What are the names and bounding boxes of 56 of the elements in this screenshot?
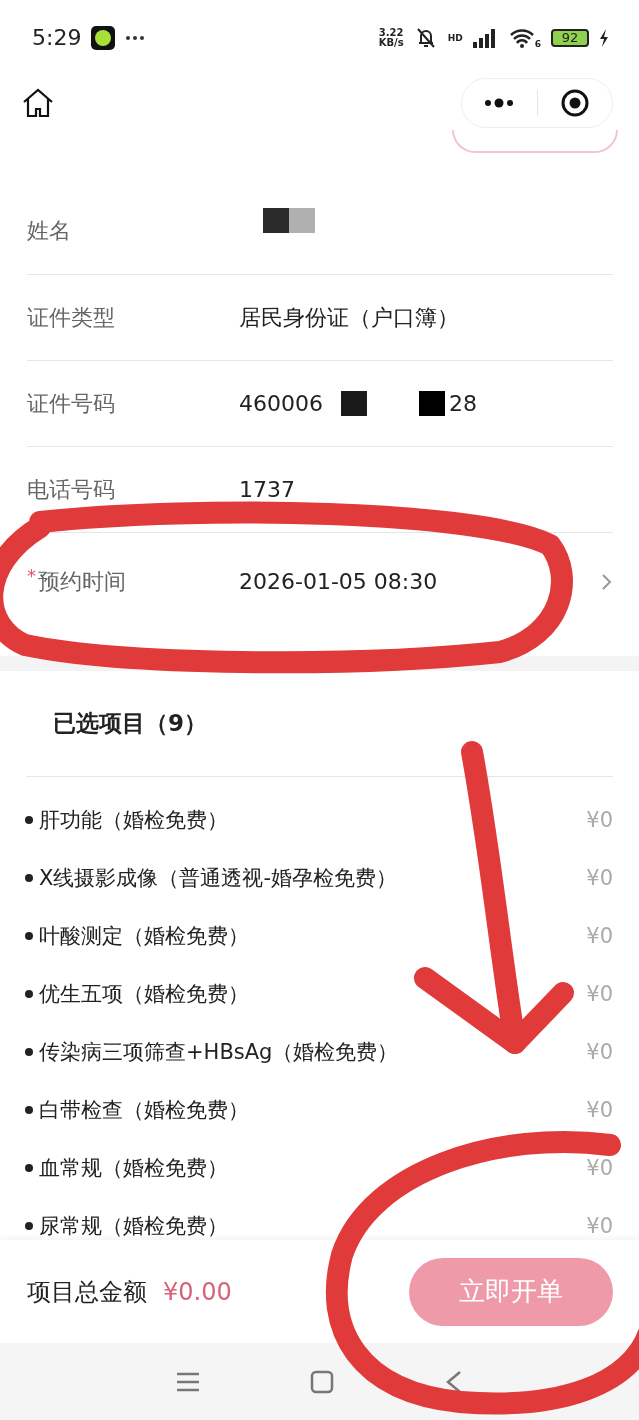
app-icon xyxy=(91,25,116,50)
item-price: ¥0 xyxy=(586,1040,613,1064)
item-name: 白带检查（婚检免费） xyxy=(39,1097,250,1124)
item-price: ¥0 xyxy=(586,924,613,948)
field-value: 28 xyxy=(449,391,477,416)
status-time: 5:29 xyxy=(32,25,82,50)
item-price: ¥0 xyxy=(586,982,613,1006)
home-square-icon[interactable] xyxy=(309,1369,334,1394)
bullet-icon xyxy=(25,1048,33,1056)
redaction-mark xyxy=(263,208,289,233)
field-label: 证件类型 xyxy=(27,303,115,332)
battery-level: 92 xyxy=(551,28,589,47)
item-price: ¥0 xyxy=(586,1098,613,1122)
item-price: ¥0 xyxy=(586,1156,613,1180)
bullet-icon xyxy=(25,1222,33,1230)
field-value: 460006 xyxy=(239,391,323,416)
total-amount: ¥0.00 xyxy=(163,1277,233,1306)
field-label: 电话号码 xyxy=(27,475,115,504)
section-title: 已选项目（9） xyxy=(53,709,207,738)
field-value: 2026-01-05 08:30 xyxy=(239,569,438,594)
home-icon[interactable] xyxy=(22,87,54,118)
bullet-icon xyxy=(25,932,33,940)
item-name: 优生五项（婚检免费） xyxy=(39,981,250,1008)
field-value: 居民身份证（户口簿） xyxy=(239,303,459,332)
more-dots-icon xyxy=(484,97,515,108)
item-name: 传染病三项筛查+HBsAg（婚检免费） xyxy=(39,1039,400,1066)
item-price: ¥0 xyxy=(586,1214,613,1238)
total-label: 项目总金额 xyxy=(27,1276,147,1308)
wifi-label: 6 xyxy=(534,38,541,49)
charging-icon xyxy=(599,28,609,47)
signal-label: HD xyxy=(447,32,463,43)
required-mark: * xyxy=(27,566,36,585)
item-price: ¥0 xyxy=(586,866,613,890)
item-name: 肝功能（婚检免费） xyxy=(39,807,229,834)
item-name: 尿常规（婚检免费） xyxy=(39,1213,229,1240)
redaction-mark xyxy=(341,391,367,416)
bullet-icon xyxy=(25,874,33,882)
bullet-icon xyxy=(25,1106,33,1114)
network-speed: 3.22 KB/s xyxy=(378,27,404,48)
item-name: 叶酸测定（婚检免费） xyxy=(39,923,250,950)
bullet-icon xyxy=(25,990,33,998)
more-dots-icon xyxy=(125,34,146,41)
field-label: 姓名 xyxy=(27,216,71,245)
target-icon xyxy=(559,87,590,118)
wifi-icon xyxy=(508,27,535,48)
field-label: 证件号码 xyxy=(27,389,115,418)
field-label: 预约时间 xyxy=(38,567,126,596)
item-name: X线摄影成像（普通透视-婚孕检免费） xyxy=(39,865,398,892)
item-name: 血常规（婚检免费） xyxy=(39,1155,229,1182)
bullet-icon xyxy=(25,1164,33,1172)
item-price: ¥0 xyxy=(586,808,613,832)
menu-icon[interactable] xyxy=(175,1370,200,1393)
bullet-icon xyxy=(25,816,33,824)
redaction-mark xyxy=(419,391,445,416)
field-value: 1737 xyxy=(239,477,295,502)
redaction-mark xyxy=(289,208,315,233)
